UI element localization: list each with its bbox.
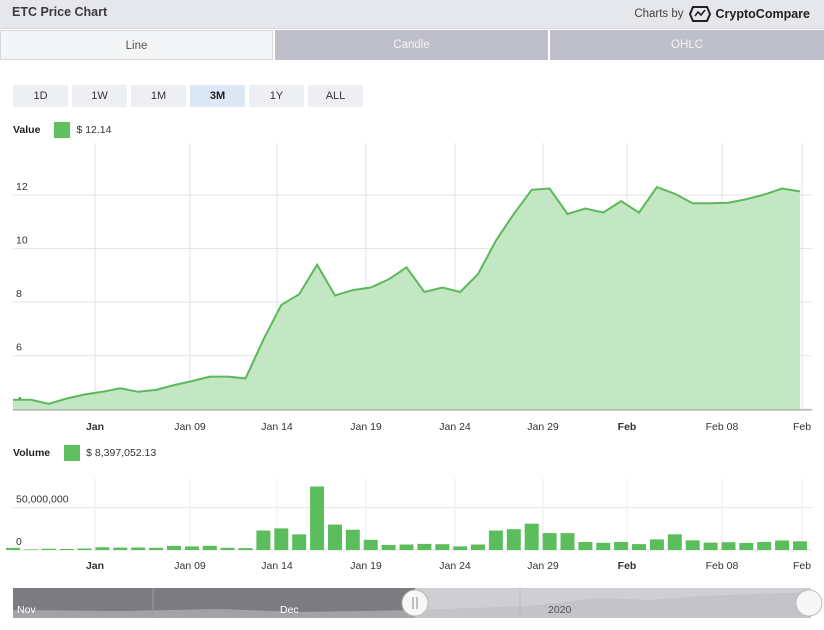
volume-bar: [95, 547, 110, 550]
volume-bar: [560, 533, 575, 550]
volume-x-tick-label: Feb 08: [706, 560, 739, 572]
volume-x-tick-label: Jan: [86, 560, 104, 572]
volume-bar: [417, 543, 432, 550]
volume-bar: [703, 542, 718, 550]
volume-bar: [524, 523, 539, 550]
volume-bar: [793, 541, 807, 550]
navigator-right-handle[interactable]: [795, 589, 823, 617]
volume-bar: [363, 539, 378, 550]
volume-x-tick-label: Jan 19: [350, 560, 382, 572]
volume-bar: [596, 542, 611, 550]
volume-bar: [435, 544, 450, 550]
volume-bar: [113, 547, 128, 550]
volume-bar: [506, 529, 521, 550]
volume-x-tick-label: Jan 14: [261, 560, 293, 572]
volume-y-tick-label: 50,000,000: [16, 494, 69, 506]
volume-bar: [59, 549, 74, 550]
volume-bar: [578, 542, 593, 550]
volume-bar: [77, 548, 92, 550]
volume-bar: [310, 486, 325, 550]
volume-bar: [256, 530, 271, 550]
volume-bar: [345, 529, 360, 550]
volume-x-tick-label: Jan 09: [174, 560, 206, 572]
volume-bar: [775, 540, 790, 550]
navigator-left-handle[interactable]: [401, 589, 429, 617]
volume-x-tick-label: Feb: [618, 560, 637, 572]
volume-bar: [292, 534, 307, 550]
volume-bar: [614, 542, 629, 550]
volume-x-tick-label: Jan 29: [527, 560, 559, 572]
volume-bar: [685, 540, 700, 550]
volume-bar: [167, 545, 181, 550]
volume-bar: [632, 544, 646, 550]
volume-bar: [131, 547, 146, 550]
navigator-label: Nov: [17, 604, 36, 616]
volume-bar: [184, 546, 199, 550]
volume-bar: [649, 539, 664, 550]
volume-bar: [399, 544, 414, 550]
volume-y-tick-label: 0: [16, 536, 22, 548]
volume-bar: [328, 524, 342, 550]
volume-bar: [202, 545, 217, 550]
volume-bar: [381, 544, 396, 550]
volume-bar: [542, 533, 557, 550]
navigator-label: 2020: [548, 604, 572, 616]
volume-bar: [757, 542, 772, 550]
volume-bar: [721, 542, 736, 550]
volume-bar: [739, 543, 754, 550]
volume-bar: [6, 547, 20, 550]
volume-bar: [274, 528, 289, 550]
volume-x-tick-label: Jan 24: [439, 560, 471, 572]
volume-bar: [453, 546, 468, 550]
navigator[interactable]: Nov Dec 2020: [0, 586, 824, 626]
volume-bar: [488, 530, 503, 550]
volume-bar: [238, 548, 253, 550]
volume-bar: [149, 547, 164, 550]
volume-bar: [220, 547, 235, 550]
navigator-label: Dec: [280, 604, 299, 616]
volume-bar: [471, 544, 485, 550]
volume-x-tick-label: Feb: [793, 560, 811, 572]
volume-bar: [41, 548, 56, 550]
volume-bar: [23, 549, 38, 550]
volume-bar: [667, 534, 682, 550]
volume-chart[interactable]: 0 50,000,000 Jan Jan 09 Jan 14 Jan 19 Jan 24 Ja…: [0, 0, 824, 580]
